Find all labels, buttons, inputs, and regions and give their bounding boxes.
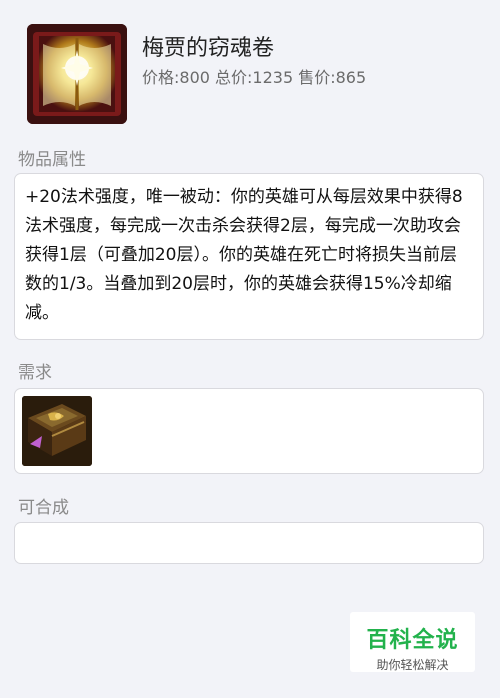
watermark-subtitle: 助你轻松解决 [376, 658, 449, 672]
item-prices: 价格:800 总价:1235 售价:865 [142, 68, 367, 87]
dark-tome-icon[interactable] [22, 396, 92, 466]
attributes-section-label: 物品属性 [18, 150, 86, 170]
requirements-section-label: 需求 [18, 363, 52, 383]
attributes-description: +20法术强度，唯一被动：你的英雄可从每层效果中获得8法术强度，每完成一次击杀会… [25, 187, 463, 323]
requirements-card [14, 388, 484, 474]
glowing-spellbook-icon [27, 24, 127, 124]
watermark-title: 百科全说 [366, 628, 459, 653]
combines-card [14, 522, 484, 564]
item-title: 梅贾的窃魂卷 [142, 36, 275, 61]
attributes-card: +20法术强度，唯一被动：你的英雄可从每层效果中获得8法术强度，每完成一次击杀会… [14, 173, 484, 340]
watermark: 百科全说 助你轻松解决 [350, 612, 475, 672]
combines-section-label: 可合成 [18, 498, 69, 518]
